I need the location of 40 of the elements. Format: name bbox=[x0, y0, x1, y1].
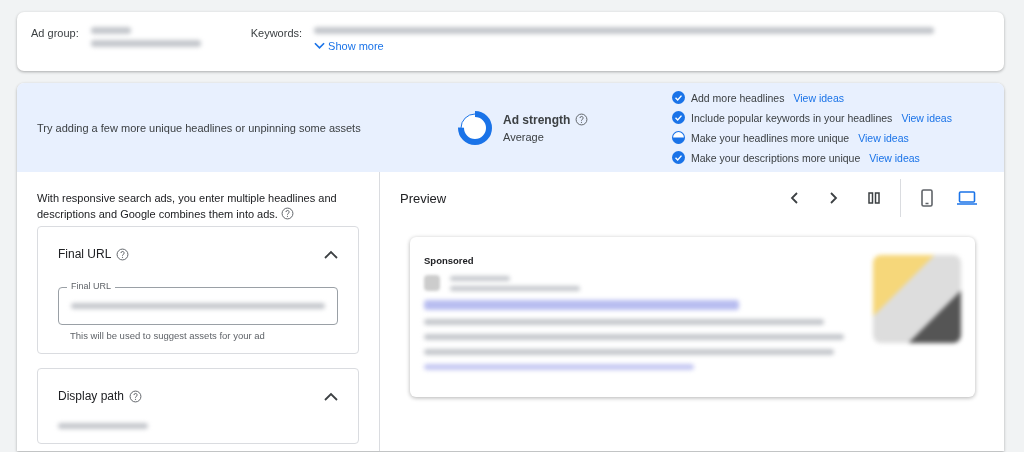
checklist-text: Add more headlines bbox=[691, 91, 785, 104]
show-more-link[interactable]: Show more bbox=[314, 40, 935, 52]
chevron-up-icon[interactable] bbox=[324, 391, 338, 401]
chevron-down-icon bbox=[314, 42, 326, 50]
help-icon[interactable] bbox=[281, 207, 294, 220]
sponsored-label: Sponsored bbox=[424, 255, 475, 266]
ad-group-label: Ad group: bbox=[31, 27, 79, 41]
view-ideas-link[interactable]: View ideas bbox=[869, 151, 920, 164]
phone-icon bbox=[921, 189, 933, 207]
help-icon[interactable] bbox=[116, 247, 130, 261]
check-circle-icon bbox=[672, 151, 685, 164]
chevron-left-icon bbox=[790, 192, 798, 204]
checklist-text: Include popular keywords in your headlines bbox=[691, 111, 893, 124]
check-circle-icon bbox=[672, 111, 685, 124]
chevron-up-icon[interactable] bbox=[324, 249, 338, 259]
ad-strength-title: Ad strength bbox=[503, 112, 571, 127]
view-ideas-link[interactable]: View ideas bbox=[793, 91, 844, 104]
help-icon[interactable] bbox=[575, 113, 589, 126]
section-title: Display path bbox=[58, 389, 125, 403]
strength-tip: Try adding a few more unique headlines or unpinning some assets bbox=[37, 121, 362, 134]
check-circle-icon bbox=[672, 91, 685, 104]
half-circle-icon bbox=[672, 131, 685, 144]
help-icon[interactable] bbox=[129, 389, 143, 403]
field-hint: This will be used to suggest assets for your ad bbox=[70, 330, 266, 341]
laptop-icon bbox=[957, 191, 977, 205]
section-title: Final URL bbox=[58, 247, 112, 261]
keywords-label: Keywords: bbox=[250, 27, 303, 41]
ad-strength-rating: Average bbox=[503, 130, 545, 143]
favicon-placeholder bbox=[424, 275, 440, 291]
chevron-right-icon bbox=[830, 192, 838, 204]
checklist-text: Make your headlines more unique bbox=[691, 131, 850, 144]
blurred-text bbox=[90, 27, 131, 34]
view-ideas-link[interactable]: View ideas bbox=[901, 111, 952, 124]
columns-icon bbox=[868, 192, 880, 204]
preview-title: Preview bbox=[400, 190, 448, 206]
view-ideas-link[interactable]: View ideas bbox=[858, 131, 909, 144]
blurred-text bbox=[450, 275, 510, 281]
field-label: Final URL bbox=[67, 281, 115, 291]
intro-text: With responsive search ads, you enter multiple headlines and descriptions and Google combines them into ads. bbox=[37, 191, 338, 222]
checklist-text: Make your descriptions more unique bbox=[691, 151, 861, 164]
